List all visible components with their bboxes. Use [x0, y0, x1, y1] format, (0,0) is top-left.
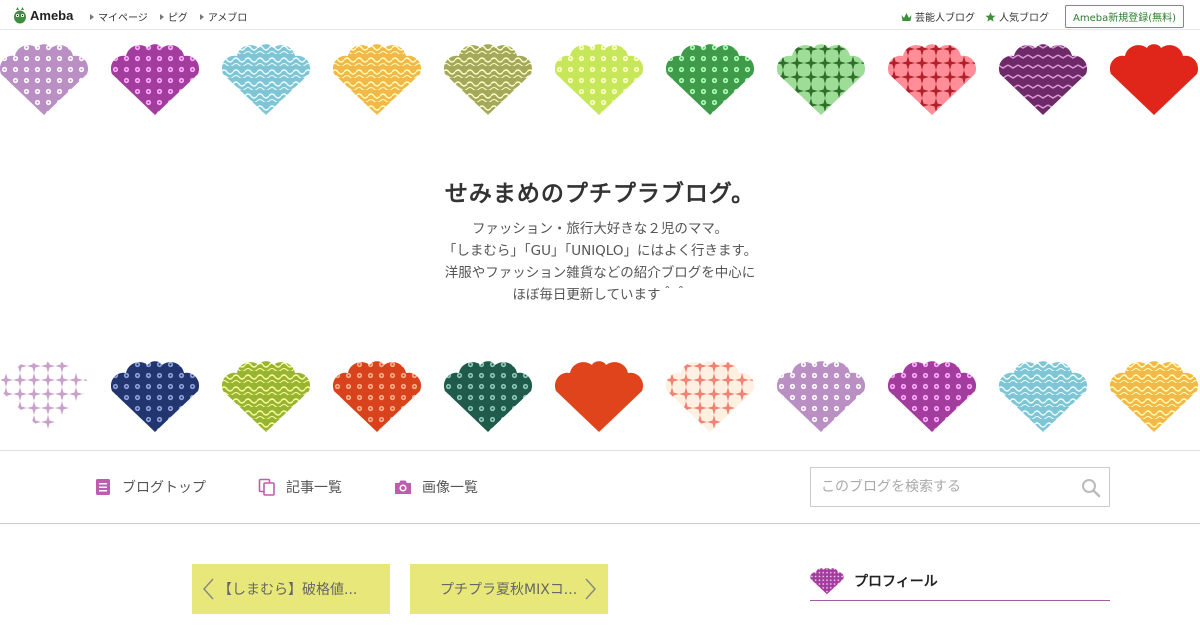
next-article-label: プチプラ夏秋MIXコ... — [440, 582, 578, 598]
fan-ornament-icon — [443, 361, 533, 432]
nav-mypage-label: マイページ — [98, 13, 148, 24]
triangle-icon — [199, 13, 204, 20]
nav-blog-top[interactable]: ブログトップ — [94, 477, 206, 497]
global-nav: マイページ ピグ アメブロ — [90, 9, 247, 24]
fan-ornament-icon — [998, 44, 1088, 115]
fan-ornament-icon — [0, 44, 88, 115]
nav-image-list-label: 画像一覧 — [422, 480, 478, 496]
ameba-logo[interactable]: Ameba — [13, 6, 73, 24]
popular-blog-link[interactable]: 人気ブログ — [985, 9, 1049, 24]
fan-ornament-icon — [776, 361, 866, 432]
document-icon — [96, 479, 110, 495]
fan-ornament-icon — [887, 44, 977, 115]
fan-ornament-icon — [332, 361, 422, 432]
fan-ornament-icon — [110, 361, 200, 432]
nav-blog-top-label: ブログトップ — [122, 480, 206, 496]
profile-title: プロフィール — [854, 574, 938, 590]
fan-ornament-icon — [1109, 361, 1199, 432]
profile-section-header: プロフィール — [810, 562, 1110, 601]
fan-ornament-icon — [332, 44, 422, 115]
blog-nav-bar: ブログトップ 記事一覧 画像一覧 — [0, 450, 1200, 524]
fan-ornament-icon — [221, 361, 311, 432]
star-icon — [985, 11, 996, 22]
fan-ornament-icon — [998, 361, 1088, 432]
popular-blog-label: 人気ブログ — [998, 13, 1049, 24]
register-button[interactable]: Ameba新規登録(無料) — [1064, 5, 1184, 28]
description-line: ファッション・旅行大好きな２児のママ。 — [471, 221, 729, 237]
crown-icon — [901, 12, 912, 21]
celebrity-blog-label: 芸能人ブログ — [914, 13, 975, 24]
nav-article-list-label: 記事一覧 — [286, 480, 342, 496]
fan-ornament-icon — [776, 44, 866, 115]
copy-icon — [258, 478, 275, 496]
global-nav-right: 芸能人ブログ 人気ブログ Ameba新規登録(無料) — [901, 5, 1184, 28]
fan-ornament-icon — [221, 44, 311, 115]
next-article-button[interactable]: プチプラ夏秋MIXコ... — [410, 564, 608, 614]
chevron-left-icon — [202, 578, 214, 600]
fan-pattern-row-bottom — [0, 359, 1200, 435]
blog-description: ファッション・旅行大好きな２児のママ。 「しまむら」「GU」「UNIQLO」には… — [0, 218, 1200, 306]
triangle-icon — [90, 13, 94, 20]
search-input[interactable] — [811, 479, 1071, 495]
fan-ornament-icon — [554, 361, 644, 432]
description-line: ほぼ毎日更新しています＾＾ — [512, 287, 688, 303]
triangle-icon — [159, 13, 164, 20]
fan-ornament-icon — [665, 361, 755, 432]
description-line: 「しまむら」「GU」「UNIQLO」にはよく行きます。 — [442, 243, 758, 259]
nav-pigg-label: ピグ — [167, 13, 188, 24]
nav-ameblo-label: アメブロ — [207, 13, 248, 24]
fan-pattern-row-top — [0, 42, 1200, 118]
fan-ornament-icon — [0, 361, 88, 432]
chevron-right-icon — [585, 578, 597, 600]
fan-ornament-icon — [665, 44, 755, 115]
nav-mypage[interactable]: マイページ — [90, 9, 148, 24]
search-icon[interactable] — [1081, 478, 1101, 498]
global-header: Ameba マイページ ピグ アメブロ 芸能人ブログ 人気ブログ Ameba新規… — [0, 0, 1200, 30]
logo-text: Ameba — [30, 7, 74, 23]
fan-ornament-icon — [810, 567, 844, 595]
blog-title[interactable]: せみまめのプチプラブログ。 — [0, 174, 1200, 208]
prev-article-label: 【しまむら】破格値... — [218, 582, 358, 598]
fan-ornament-icon — [554, 44, 644, 115]
celebrity-blog-link[interactable]: 芸能人ブログ — [901, 9, 975, 24]
fan-ornament-icon — [887, 361, 977, 432]
fan-ornament-icon — [1109, 44, 1199, 115]
description-line: 洋服やファッション雑貨などの紹介ブログを中心に — [444, 265, 756, 281]
nav-ameblo[interactable]: アメブロ — [199, 9, 248, 24]
fan-ornament-icon — [443, 44, 533, 115]
nav-image-list[interactable]: 画像一覧 — [394, 477, 478, 497]
camera-icon — [395, 480, 411, 494]
blog-search-box — [810, 467, 1110, 507]
nav-pigg[interactable]: ピグ — [159, 9, 188, 24]
nav-article-list[interactable]: 記事一覧 — [258, 477, 342, 497]
fan-ornament-icon — [110, 44, 200, 115]
ameba-mascot-icon — [14, 7, 26, 24]
prev-article-button[interactable]: 【しまむら】破格値... — [192, 564, 390, 614]
